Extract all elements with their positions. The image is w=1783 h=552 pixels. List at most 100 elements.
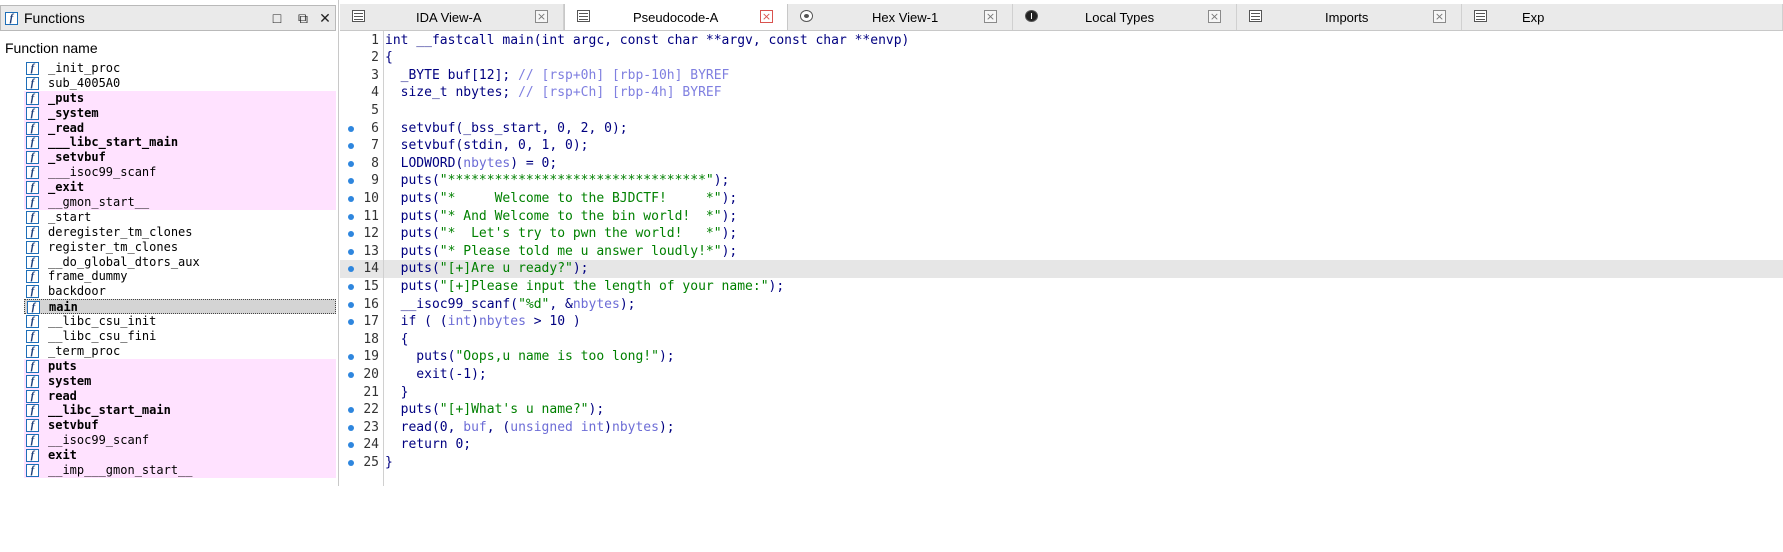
code-line[interactable]: 20 exit(-1); [340,366,1783,384]
function-list-item[interactable]: f _puts [24,90,336,106]
close-tab-icon[interactable]: × [535,10,548,23]
code-text: size_t nbytes; // [rsp+Ch] [rbp-4h] BYRE… [385,84,722,101]
function-list-item[interactable]: f _exit [24,180,336,196]
line-number: 18 [363,331,379,347]
function-name: __libc_start_main [48,403,171,418]
code-line[interactable]: 17 if ( (int)nbytes > 10 ) [340,313,1783,331]
code-line[interactable]: 7 setvbuf(stdin, 0, 1, 0); [340,137,1783,155]
function-list-item[interactable]: f system [24,373,336,389]
code-line[interactable]: 12 puts("* Let's try to pwn the world! *… [340,225,1783,243]
function-icon: f [26,136,39,150]
function-list-item[interactable]: f _term_proc [24,344,336,359]
listing-icon [577,10,590,22]
code-line[interactable]: 25} [340,454,1783,472]
function-name: read [48,388,77,403]
function-list-item[interactable]: f __do_global_dtors_aux [24,255,336,270]
listing-icon [352,10,365,22]
function-list-item[interactable]: f __libc_start_main [24,403,336,419]
line-number: 6 [371,120,379,136]
close-tab-icon[interactable]: × [760,10,773,23]
functions-title: Functions [24,10,85,26]
code-line[interactable]: 4 size_t nbytes; // [rsp+Ch] [rbp-4h] BY… [340,84,1783,102]
function-list-item[interactable]: f frame_dummy [24,269,336,284]
code-line[interactable]: 3 _BYTE buf[12]; // [rsp+0h] [rbp-10h] B… [340,67,1783,85]
code-line[interactable]: 24 return 0; [340,436,1783,454]
code-line[interactable]: 11 puts("* And Welcome to the bin world!… [340,208,1783,226]
function-list-item[interactable]: f register_tm_clones [24,240,336,255]
code-line[interactable]: 14 puts("[+]Are u ready?"); [340,260,1783,278]
function-list-item[interactable]: f __gmon_start__ [24,195,336,210]
code-line[interactable]: 6 setvbuf(_bss_start, 0, 2, 0); [340,120,1783,138]
tab-local-types[interactable]: Local Types × [1013,4,1237,30]
imports-icon [1249,10,1262,22]
code-token: puts( [385,173,440,189]
close-tab-icon[interactable]: × [1208,10,1221,23]
pseudocode-view[interactable]: 1 int __fastcall main(int argc, const cha… [340,31,1783,486]
close-icon[interactable]: ✕ [315,8,335,28]
code-token: read(0, [385,419,464,435]
code-line[interactable]: 16 __isoc99_scanf("%d", &nbytes); [340,296,1783,314]
line-number: 10 [363,190,379,206]
code-token: "* Let's try to pwn the world! *" [439,226,722,242]
code-line[interactable]: 10 puts("* Welcome to the BJDCTF! *"); [340,190,1783,208]
function-list-item[interactable]: f __libc_csu_init [24,314,336,329]
code-token: { [385,50,393,66]
code-line[interactable]: 22 puts("[+]What's u name?"); [340,401,1783,419]
tab-exp[interactable]: Exp [1462,4,1783,30]
code-token: "[+]What's u name?" [439,402,589,418]
code-line[interactable]: 5 [340,102,1783,120]
tab-hex-view-1[interactable]: Hex View-1 × [788,4,1013,30]
function-list-item[interactable]: f backdoor [24,284,336,299]
function-list-item[interactable]: f _start [24,210,336,225]
function-list-item[interactable]: f __isoc99_scanf [24,433,336,449]
function-list-item[interactable]: f __libc_csu_fini [24,329,336,344]
tab-ida-view-a[interactable]: IDA View-A × [340,4,564,30]
tab-imports[interactable]: Imports × [1237,4,1462,30]
function-list-item[interactable]: f _setvbuf [24,150,336,166]
code-line[interactable]: 21 } [340,384,1783,402]
function-icon: f [26,166,39,180]
code-line[interactable]: 1 int __fastcall main(int argc, const cha… [340,32,1783,50]
code-token: int [447,314,472,330]
function-list-item[interactable]: f setvbuf [24,418,336,434]
code-text: } [385,384,409,401]
function-list-item[interactable]: f _read [24,120,336,136]
function-list-item[interactable]: f read [24,388,336,404]
code-line[interactable]: 2{ [340,49,1783,67]
code-token: "* Please told me u answer loudly!*" [439,243,722,259]
code-line[interactable]: 18 { [340,331,1783,349]
function-list-item[interactable]: f main [24,299,336,315]
code-line[interactable]: 15 puts("[+]Please input the length of y… [340,278,1783,296]
close-tab-icon[interactable]: × [984,10,997,23]
tab-pseudocode-a[interactable]: Pseudocode-A × [564,4,788,30]
code-line[interactable]: 19 puts("Oops,u name is too long!"); [340,348,1783,366]
restore-icon[interactable]: ⧉ [293,8,313,28]
function-list-item[interactable]: f ___libc_start_main [24,135,336,151]
code-token: setvbuf(stdin, 0, 1, 0); [385,138,589,154]
function-list-item[interactable]: f deregister_tm_clones [24,225,336,240]
code-text: read(0, buf, (unsigned int)nbytes); [385,419,675,436]
function-list-item[interactable]: f _init_proc [24,61,336,76]
function-list-item[interactable]: f sub_4005A0 [24,76,336,91]
code-text: __isoc99_scanf("%d", &nbytes); [385,296,636,313]
function-icon: f [26,344,39,358]
function-name: __libc_csu_init [48,314,157,329]
function-list-item[interactable]: f _system [24,105,336,121]
code-line[interactable]: 13 puts("* Please told me u answer loudl… [340,243,1783,261]
code-token: { [385,331,409,347]
line-number: 15 [363,278,379,294]
function-list-item[interactable]: f puts [24,358,336,374]
code-token: puts( [385,208,440,224]
function-list-item[interactable]: f exit [24,448,336,464]
close-tab-icon[interactable]: × [1433,10,1446,23]
code-token: } [385,454,393,470]
function-name: main [49,300,78,315]
column-header-function-name[interactable]: Function name [5,40,98,56]
code-line[interactable]: 9 puts("********************************… [340,172,1783,190]
code-line[interactable]: 23 read(0, buf, (unsigned int)nbytes); [340,419,1783,437]
line-number: 4 [371,85,379,101]
maximize-icon[interactable]: □ [267,8,287,28]
function-list-item[interactable]: f __imp___gmon_start__ [24,463,336,478]
code-line[interactable]: 8 LODWORD(nbytes) = 0; [340,155,1783,173]
function-list-item[interactable]: f ___isoc99_scanf [24,165,336,181]
